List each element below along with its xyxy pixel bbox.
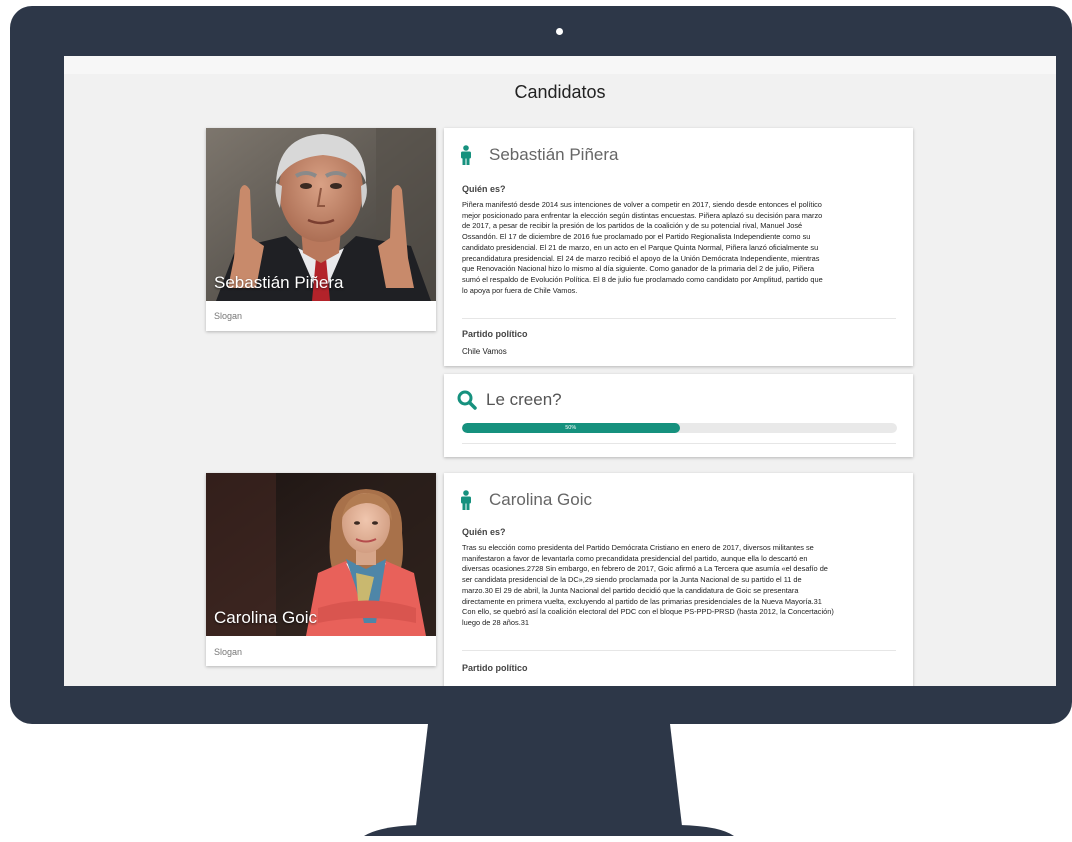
- party-label: Partido político: [462, 663, 528, 673]
- bio-line: de 2017, a pesar de recibir la presión d…: [462, 221, 803, 231]
- belief-progress-bar: 50%: [462, 423, 897, 433]
- candidate-info-card: Carolina Goic Quién es? Tras su elección…: [444, 473, 913, 686]
- candidate-name: Sebastián Piñera: [489, 145, 619, 164]
- divider: [462, 443, 896, 444]
- candidate-name: Carolina Goic: [489, 490, 592, 509]
- bio-line: Tras su elección como presidenta del Par…: [462, 543, 814, 552]
- who-label: Quién es?: [462, 527, 506, 537]
- page-title: Candidatos: [514, 82, 606, 102]
- candidate-photo-card[interactable]: Carolina Goic Slogan: [206, 473, 436, 666]
- candidate-header: Sebastián Piñera: [459, 144, 618, 166]
- candidate-header: Carolina Goic: [459, 489, 592, 511]
- screen-top-strip: [64, 56, 1056, 74]
- person-icon: [461, 490, 471, 510]
- belief-percent-text: 50%: [565, 425, 577, 431]
- bio-line: Ossandón. El 17 de diciembre de 2016 fue…: [462, 232, 811, 242]
- monitor-frame: Candidatos Sebastián Piñera Slogan Sebas…: [10, 6, 1072, 724]
- bio-line: candidato presidencial. El 21 de marzo, …: [462, 242, 819, 252]
- search-icon: [457, 390, 477, 410]
- bio-line: Piñera manifestó desde 2014 sus intencio…: [462, 200, 822, 209]
- bio-line: luego de 28 años.31: [462, 617, 529, 627]
- slogan-text: Slogan: [214, 311, 243, 321]
- screen: Candidatos Sebastián Piñera Slogan Sebas…: [64, 56, 1056, 686]
- bio-line: precandidatura presidencial. El 24 de ma…: [462, 253, 820, 263]
- bio-line: que Renovación Nacional hizo lo mismo al…: [462, 264, 815, 274]
- slogan-text: Slogan: [214, 647, 243, 657]
- photo-caption: Carolina Goic: [214, 608, 317, 627]
- bio-line: diversas ocasiones.2728 Sin embargo, en …: [462, 564, 828, 574]
- belief-progress-fill: 50%: [462, 423, 680, 433]
- candidate-photo: Carolina Goic: [206, 473, 436, 636]
- party-label: Partido político: [462, 329, 528, 339]
- belief-label: Le creen?: [486, 390, 562, 409]
- party-value: Chile Vamos: [462, 347, 507, 356]
- candidate-info-card: Sebastián Piñera Quién es? Piñera manife…: [444, 128, 913, 366]
- who-label: Quién es?: [462, 184, 506, 194]
- candidate-photo-card[interactable]: Sebastián Piñera Slogan: [206, 128, 436, 331]
- candidate-bio: Piñera manifestó desde 2014 sus intencio…: [462, 200, 897, 296]
- belief-header: Le creen?: [457, 390, 562, 410]
- candidate-photo: Sebastián Piñera: [206, 128, 436, 301]
- bio-line: directamente en primera vuelta, excluyen…: [462, 596, 822, 606]
- person-icon: [461, 145, 471, 165]
- bio-line: lo apoya por fuera de Chile Vamos.: [462, 285, 578, 295]
- candidate-bio: Tras su elección como presidenta del Par…: [462, 543, 897, 629]
- bio-line: ser candidata presidencial de la DC»,29 …: [462, 575, 802, 585]
- bio-line: marzo.30 El 29 de abril, la Junta Nacion…: [462, 585, 799, 595]
- bio-line: sumó el respaldo de Evolución Política. …: [462, 274, 823, 284]
- camera-dot: [556, 28, 563, 35]
- bio-line: Con ello, se quebró así la coalición ele…: [462, 607, 834, 617]
- photo-caption: Sebastián Piñera: [214, 273, 344, 292]
- belief-card: Le creen? 50%: [444, 374, 913, 457]
- bio-line: mejor posicionado para enfrentar la elec…: [462, 210, 823, 220]
- divider: [462, 318, 896, 319]
- bio-line: manifestaron a favor de levantarla como …: [462, 553, 808, 563]
- divider: [462, 650, 896, 651]
